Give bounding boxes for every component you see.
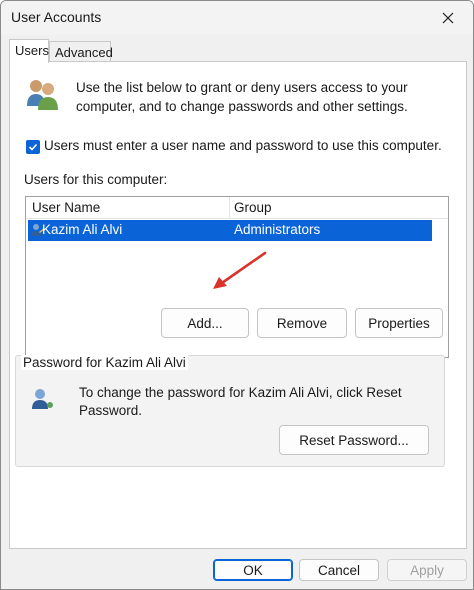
users-tab-panel: Use the list below to grant or deny user… bbox=[9, 61, 467, 549]
close-button[interactable] bbox=[431, 4, 465, 32]
user-accounts-window: User Accounts Users Advanced Use the lis… bbox=[0, 0, 474, 590]
list-header: User Name Group bbox=[26, 197, 448, 219]
password-group-title: Password for Kazim Ali Alvi bbox=[21, 355, 188, 370]
reset-password-button[interactable]: Reset Password... bbox=[279, 425, 429, 455]
password-instructions: To change the password for Kazim Ali Alv… bbox=[79, 385, 402, 418]
group-cell: Administrators bbox=[234, 222, 321, 237]
tab-advanced[interactable]: Advanced bbox=[49, 41, 113, 61]
users-icon bbox=[27, 80, 58, 110]
remove-user-button[interactable]: Remove bbox=[257, 308, 347, 338]
tab-users[interactable]: Users bbox=[9, 39, 49, 63]
column-divider[interactable] bbox=[229, 197, 230, 219]
require-login-label[interactable]: Users must enter a user name and passwor… bbox=[44, 138, 442, 153]
column-header-user-name[interactable]: User Name bbox=[32, 200, 100, 215]
table-row[interactable]: Kazim Ali Alvi Administrators bbox=[28, 220, 432, 241]
annotation-arrow-icon bbox=[213, 251, 267, 289]
title-bar: User Accounts bbox=[1, 1, 473, 35]
close-icon bbox=[442, 12, 454, 24]
password-user-icon bbox=[32, 389, 53, 409]
column-header-group[interactable]: Group bbox=[234, 200, 272, 215]
user-name-cell: Kazim Ali Alvi bbox=[42, 222, 123, 237]
apply-button[interactable]: Apply bbox=[387, 559, 467, 581]
window-title: User Accounts bbox=[11, 9, 102, 25]
ok-button[interactable]: OK bbox=[213, 559, 293, 581]
add-user-button[interactable]: Add... bbox=[161, 308, 249, 338]
cancel-button[interactable]: Cancel bbox=[299, 559, 379, 581]
users-list-label: Users for this computer: bbox=[24, 172, 168, 187]
require-login-checkbox[interactable] bbox=[26, 140, 40, 154]
intro-text: Use the list below to grant or deny user… bbox=[76, 80, 408, 114]
properties-button[interactable]: Properties bbox=[355, 308, 443, 338]
checkmark-icon bbox=[28, 143, 38, 151]
